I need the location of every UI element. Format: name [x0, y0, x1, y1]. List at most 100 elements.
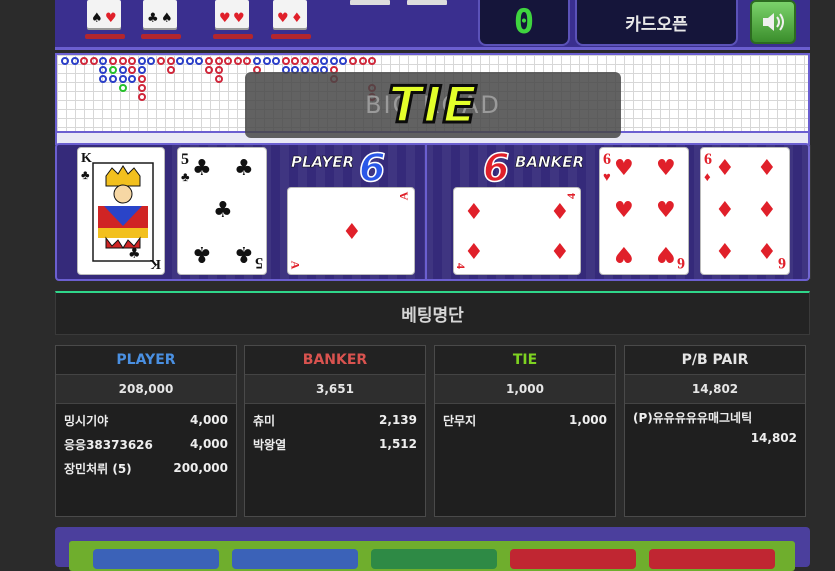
road-dot: [89, 57, 98, 65]
bet-row: 장민처뤼 (5) 200,000: [64, 461, 228, 476]
road-dot: [301, 57, 309, 65]
road-dot: [118, 75, 127, 83]
tie-bet-button[interactable]: [371, 549, 497, 569]
game-panel: ♠♥ ♣♠ ♥♥ ♥♦ 0 카드오픈 BIG ROAD TIE K ♣: [55, 0, 812, 571]
table-divider: [425, 145, 427, 279]
road-dot: [214, 66, 223, 74]
king-figure-icon: ♣: [92, 162, 154, 262]
road-dot: [253, 57, 261, 65]
column-total: 14,802: [625, 375, 805, 404]
bet-button-panel: [55, 527, 810, 571]
road-dot: [329, 57, 338, 65]
player-score: 6: [358, 145, 386, 191]
road-dot: [118, 57, 127, 65]
bet-row: 박왕열 1,512: [253, 437, 417, 452]
banker-score: 6: [482, 145, 510, 191]
road-dot: [205, 66, 213, 74]
road-dot: [109, 75, 117, 83]
road-dot: [214, 57, 223, 65]
road-dot: [128, 66, 137, 74]
road-dot: [166, 66, 175, 74]
road-dot: [233, 57, 242, 65]
bet-row: (P)유유유유유매그네틱 14,802: [633, 411, 797, 445]
road-dot: [214, 75, 223, 83]
mini-slot: [350, 0, 390, 5]
road-dot: [166, 57, 175, 65]
player-card-1: K ♣ ♣ K: [77, 147, 165, 275]
road-dot: [310, 57, 319, 65]
road-dot: [137, 57, 146, 65]
road-dot: [99, 57, 108, 65]
mini-bar: [85, 34, 125, 39]
column-header: PLAYER: [56, 346, 236, 375]
road-dot: [80, 57, 89, 65]
road-dot: [339, 57, 348, 65]
bet-row: 밍시기야 4,000: [64, 413, 228, 428]
road-dot: [185, 57, 194, 65]
column-header: BANKER: [245, 346, 425, 375]
tie-bet-column: TIE 1,000 단무지 1,000: [434, 345, 616, 517]
road-dot: [281, 57, 290, 65]
road-dot: [157, 57, 165, 65]
road-dot: [320, 57, 329, 65]
player-label: PLAYER: [291, 153, 355, 172]
bet-row: 츄미 2,139: [253, 413, 417, 428]
road-dot: [70, 57, 79, 65]
banker-label: BANKER: [515, 153, 585, 172]
road-dot: [118, 66, 127, 74]
tie-result-text: TIE: [387, 75, 479, 136]
road-dot: [109, 57, 117, 65]
column-total: 1,000: [435, 375, 615, 404]
column-total: 3,651: [245, 375, 425, 404]
mini-card: ♥ ♦: [273, 0, 307, 28]
road-dot: [147, 57, 156, 65]
mini-bar: [213, 34, 253, 39]
banker-card-2: 6 ♥ ♥ ♥ ♥ ♥ ♥ ♥ 6: [599, 147, 689, 275]
road-dot: [118, 84, 127, 92]
road-dot: [349, 57, 357, 65]
sound-button[interactable]: [750, 0, 796, 44]
road-dot: [137, 93, 146, 101]
banker-card-1: 4 ♦ ♦ ♦ ♦ 4: [453, 187, 581, 275]
mini-card: ♠ ♥: [87, 0, 121, 28]
speaker-icon: [763, 13, 784, 31]
bet-row: 응응38373626 4,000: [64, 437, 228, 452]
road-dot: [99, 66, 108, 74]
road-dot: [205, 57, 213, 65]
mini-card: ♣ ♠: [143, 0, 177, 28]
road-dot: [99, 75, 108, 83]
player-bet-button[interactable]: [93, 549, 219, 569]
banker-bet-button[interactable]: [649, 549, 775, 569]
player-bet-column: PLAYER 208,000 밍시기야 4,000 응응38373626 4,000…: [55, 345, 237, 517]
road-dot: [137, 84, 146, 92]
player-card-2: 5 ♣ ♣ ♣ ♣ ♣ ♣ 5: [177, 147, 267, 275]
pair-bet-column: P/B PAIR 14,802 (P)유유유유유매그네틱 14,802: [624, 345, 806, 517]
road-dot: [61, 57, 69, 65]
road-dot: [128, 75, 137, 83]
result-overlay: BIG ROAD TIE: [245, 72, 621, 138]
road-dot: [243, 57, 252, 65]
mini-bar: [141, 34, 181, 39]
road-dot: [262, 57, 271, 65]
svg-text:♣: ♣: [128, 246, 141, 262]
road-dot: [358, 57, 367, 65]
mini-card: ♥ ♥: [215, 0, 249, 28]
mini-slot: [407, 0, 447, 5]
banker-pair-button[interactable]: [510, 549, 636, 569]
road-dot: [109, 66, 117, 74]
road-dot: [224, 57, 233, 65]
road-dot: [291, 57, 300, 65]
column-header: P/B PAIR: [625, 346, 805, 375]
road-dot: [128, 57, 137, 65]
road-dot: [137, 75, 146, 83]
column-total: 208,000: [56, 375, 236, 404]
card-open-button[interactable]: 카드오픈: [575, 0, 738, 46]
card-table: K ♣ ♣ K 5 ♣ ♣ ♣ ♣ ♣ ♣ 5 PLAYER 6 A ♦ A 6…: [55, 143, 812, 281]
banker-bet-column: BANKER 3,651 츄미 2,139 박왕열 1,512: [244, 345, 426, 517]
player-card-3: A ♦ A: [287, 187, 415, 275]
road-dot: [195, 57, 204, 65]
player-pair-button[interactable]: [232, 549, 358, 569]
betting-list-title: 베팅명단: [55, 291, 810, 335]
road-dot: [137, 66, 146, 74]
mini-bar: [271, 34, 311, 39]
